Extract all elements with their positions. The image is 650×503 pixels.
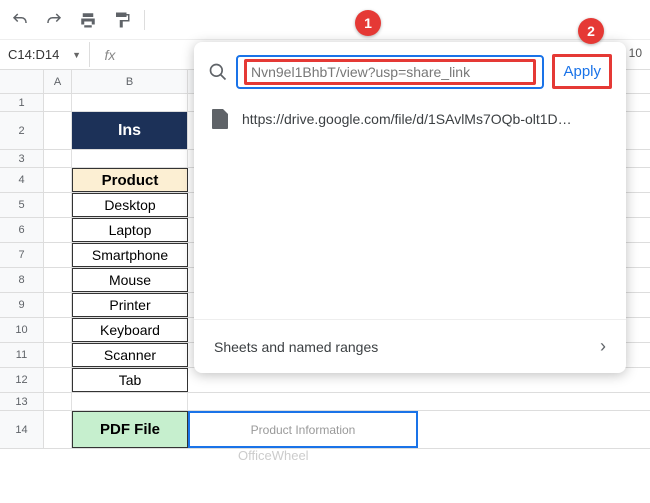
undo-icon[interactable] (8, 8, 32, 32)
row-header[interactable]: 4 (0, 168, 44, 192)
toolbar-separator (144, 10, 145, 30)
product-cell[interactable]: Laptop (72, 218, 188, 242)
row-header[interactable]: 7 (0, 243, 44, 267)
suggestion-url: https://drive.google.com/file/d/1SAvlMs7… (242, 111, 572, 127)
paint-format-icon[interactable] (110, 8, 134, 32)
row-header[interactable]: 2 (0, 112, 44, 149)
fx-label: fx (90, 47, 130, 63)
sheets-named-ranges-row[interactable]: Sheets and named ranges › (194, 319, 626, 373)
product-cell[interactable]: Keyboard (72, 318, 188, 342)
watermark: OfficeWheel (238, 448, 309, 463)
product-cell[interactable]: Smartphone (72, 243, 188, 267)
link-input-container (236, 55, 544, 89)
product-cell[interactable]: Printer (72, 293, 188, 317)
apply-button[interactable]: Apply (557, 59, 607, 84)
link-placeholder-text: Product Information (251, 423, 356, 437)
insert-link-popup: Apply https://drive.google.com/file/d/1S… (194, 42, 626, 373)
print-icon[interactable] (76, 8, 100, 32)
row-header[interactable]: 14 (0, 411, 44, 448)
toolbar (0, 0, 650, 40)
title-cell[interactable]: Ins (72, 112, 188, 149)
row-header[interactable]: 6 (0, 218, 44, 242)
row-header[interactable]: 12 (0, 368, 44, 392)
product-cell[interactable]: Mouse (72, 268, 188, 292)
row-header[interactable]: 9 (0, 293, 44, 317)
name-box[interactable]: C14:D14 ▼ (0, 42, 90, 67)
product-cell[interactable]: Scanner (72, 343, 188, 367)
select-all-corner[interactable] (0, 70, 44, 93)
row-header[interactable]: 13 (0, 393, 44, 410)
callout-badge-2: 2 (578, 18, 604, 44)
header-product[interactable]: Product (72, 168, 188, 192)
zoom-hint: 10 (629, 46, 642, 60)
link-search-row: Apply (194, 54, 626, 99)
row-header[interactable]: 11 (0, 343, 44, 367)
row-13: 13 (0, 393, 650, 411)
row-header[interactable]: 3 (0, 150, 44, 167)
file-icon (212, 109, 228, 129)
link-target-cell[interactable]: Product Information (188, 411, 418, 448)
name-box-value: C14:D14 (8, 47, 59, 62)
row-header[interactable]: 5 (0, 193, 44, 217)
link-suggestion-row[interactable]: https://drive.google.com/file/d/1SAvlMs7… (194, 99, 626, 139)
redo-icon[interactable] (42, 8, 66, 32)
callout-badge-1: 1 (355, 10, 381, 36)
product-cell[interactable]: Tab (72, 368, 188, 392)
link-url-input[interactable] (251, 64, 529, 80)
sheets-ranges-label: Sheets and named ranges (214, 339, 378, 355)
product-cell[interactable]: Desktop (72, 193, 188, 217)
name-box-dropdown-icon[interactable]: ▼ (72, 50, 81, 60)
pdf-file-label[interactable]: PDF File (72, 411, 188, 448)
row-14: 14 PDF File Product Information (0, 411, 650, 449)
col-header-a[interactable]: A (44, 70, 72, 93)
chevron-right-icon: › (600, 336, 606, 357)
row-header[interactable]: 10 (0, 318, 44, 342)
search-icon (208, 62, 228, 82)
row-header[interactable]: 8 (0, 268, 44, 292)
col-header-b[interactable]: B (72, 70, 188, 93)
row-header[interactable]: 1 (0, 94, 44, 111)
